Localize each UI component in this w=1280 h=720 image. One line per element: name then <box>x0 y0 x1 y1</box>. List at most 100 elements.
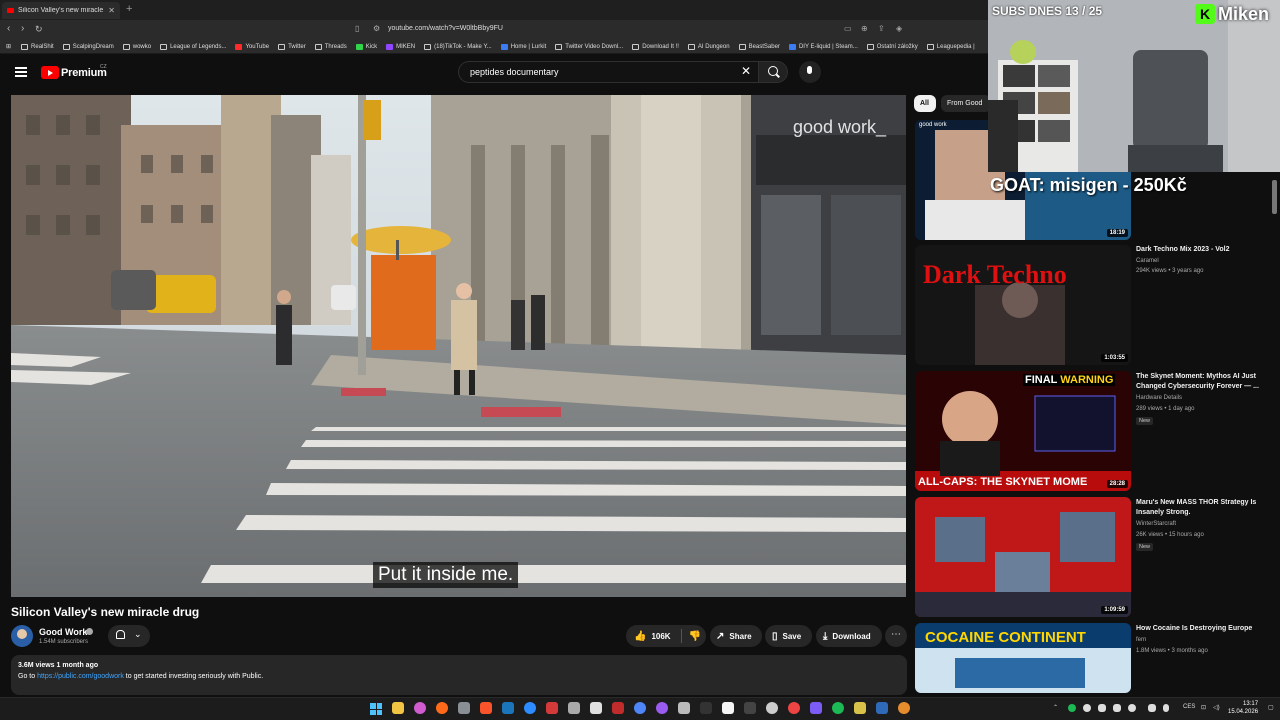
close-tab-icon[interactable]: ✕ <box>108 6 115 15</box>
app-dark-red-icon[interactable] <box>612 702 624 714</box>
bookmark-item[interactable]: Twitter <box>278 43 306 50</box>
tray-mic-icon[interactable] <box>1163 704 1169 712</box>
more-actions-button[interactable]: ⋯ <box>885 625 907 647</box>
youtube-logo-icon[interactable] <box>41 66 59 79</box>
cast-icon[interactable]: ▭ <box>844 24 852 33</box>
bell-icon[interactable] <box>116 630 125 639</box>
settings-gear-icon[interactable] <box>458 702 470 714</box>
bookmark-item[interactable]: YouTube <box>235 43 269 50</box>
share-page-icon[interactable]: ⇪ <box>878 24 885 33</box>
bookmark-item[interactable]: Twitter Video Downl... <box>555 43 623 50</box>
bookmark-item[interactable]: AI Dungeon <box>687 43 730 50</box>
system-clock[interactable]: 13:17 15.04.2026 <box>1228 700 1258 716</box>
rec-channel[interactable]: fern <box>1136 637 1146 643</box>
app-round-icon[interactable] <box>766 702 778 714</box>
microphone-icon[interactable] <box>807 66 812 74</box>
tray-app-3-icon[interactable] <box>1148 704 1156 712</box>
bookmark-item[interactable]: Home | Lurkit <box>500 43 546 50</box>
rec-title[interactable]: Dark Techno Mix 2023 - Vol2 <box>1136 245 1266 255</box>
app-orange-icon[interactable] <box>898 702 910 714</box>
app-yellow-icon[interactable] <box>854 702 866 714</box>
bookmark-item[interactable]: Threads <box>314 43 347 50</box>
rec-title[interactable]: The Skynet Moment: Mythos AI Just Change… <box>1136 372 1266 392</box>
subscribed-notifications-button[interactable] <box>108 625 150 647</box>
reload-icon[interactable]: ↻ <box>35 24 43 35</box>
app-blue-icon[interactable] <box>524 702 536 714</box>
firefox-icon[interactable] <box>436 702 448 714</box>
shield-icon[interactable]: ◈ <box>896 24 902 33</box>
app-red-shield-icon[interactable] <box>546 702 558 714</box>
video-player[interactable]: good work_ Put it inside me. <box>11 95 906 597</box>
like-count[interactable]: 106K <box>651 632 670 641</box>
bookmark-item[interactable]: MIKEN <box>386 43 415 50</box>
tray-app-2-icon[interactable] <box>1128 704 1136 712</box>
bookmark-item[interactable]: Kick <box>355 43 377 50</box>
chip-all[interactable]: All <box>914 95 936 112</box>
rec-title[interactable]: How Cocaine Is Destroying Europe <box>1136 624 1266 634</box>
bookmark-item[interactable]: RealShit <box>21 43 54 50</box>
thumbs-down-icon[interactable]: 👎 <box>689 631 701 642</box>
bookmark-item[interactable]: ScalpingDream <box>62 43 114 50</box>
address-bar[interactable]: youtube.com/watch?v=W0ltbBby9FU <box>388 25 503 32</box>
bookmark-icon[interactable]: ▯ <box>355 24 359 33</box>
app-c-icon[interactable] <box>634 702 646 714</box>
tray-spotify-icon[interactable] <box>1068 704 1076 712</box>
page-scrollbar[interactable] <box>1271 172 1278 692</box>
volume-icon[interactable]: ◁) <box>1213 704 1220 711</box>
thumbs-up-icon[interactable]: 👍 <box>634 631 646 642</box>
bookmark-item[interactable]: League of Legends... <box>160 43 226 50</box>
windows-start-icon[interactable] <box>370 703 382 715</box>
spotify-icon[interactable] <box>832 702 844 714</box>
rec-thumbnail-2[interactable]: Dark Techno 1:03:55 <box>915 245 1131 365</box>
menu-icon[interactable] <box>15 67 27 77</box>
description-link[interactable]: https://public.com/goodwork <box>37 673 124 680</box>
bookmark-item[interactable]: Ostatní záložky <box>866 43 918 50</box>
bookmark-item[interactable]: wowko <box>122 43 151 50</box>
rec-thumbnail-5[interactable]: COCAINE CONTINENT <box>915 623 1131 693</box>
download-button[interactable]: ⤓ Download <box>816 625 882 647</box>
rec-title[interactable]: Maru's New MASS THOR Strategy Is Insanel… <box>1136 498 1266 518</box>
search-query[interactable]: peptides documentary <box>470 67 559 77</box>
rec-channel[interactable]: Caramel <box>1136 258 1159 264</box>
site-info-icon[interactable]: ⚙ <box>373 24 380 33</box>
bookmark-item[interactable]: BeastSaber <box>738 43 780 50</box>
save-button[interactable]: ▯ Save <box>765 625 812 647</box>
apps-grid-icon[interactable]: ⊞ <box>6 43 11 50</box>
chevron-down-icon[interactable]: ⌄ <box>134 629 142 640</box>
tray-discord-icon[interactable] <box>1083 704 1091 712</box>
rec-thumbnail-4[interactable]: 1:09:59 <box>915 497 1131 617</box>
network-icon[interactable]: ⊡ <box>1201 704 1206 711</box>
app-grey-icon[interactable] <box>568 702 580 714</box>
new-tab-button[interactable]: + <box>126 3 132 15</box>
channel-name[interactable]: Good Work <box>39 627 87 637</box>
file-explorer-icon[interactable] <box>392 702 404 714</box>
app-navy-icon[interactable] <box>876 702 888 714</box>
keyboard-language[interactable]: CES <box>1183 704 1195 710</box>
app-light-icon[interactable] <box>678 702 690 714</box>
app-black-icon[interactable] <box>700 702 712 714</box>
back-icon[interactable]: ‹ <box>7 23 10 34</box>
channel-avatar[interactable] <box>11 625 33 647</box>
scrollbar-thumb[interactable] <box>1272 180 1277 214</box>
browser-tab[interactable]: Silicon Valley's new miracle drug ✕ <box>2 2 120 19</box>
app-dark-icon[interactable] <box>744 702 756 714</box>
bookmark-item[interactable]: Download It !! <box>632 43 679 50</box>
tray-steam-icon[interactable] <box>1098 704 1106 712</box>
steam-icon[interactable] <box>502 702 514 714</box>
app-red-round-icon[interactable] <box>788 702 800 714</box>
app-white-icon[interactable] <box>590 702 602 714</box>
tray-app-icon[interactable] <box>1113 704 1121 712</box>
bookmark-item[interactable]: (18)TikTok - Make Y... <box>424 43 492 50</box>
rec-channel[interactable]: WinterStarcraft <box>1136 521 1176 527</box>
brave-icon[interactable] <box>480 702 492 714</box>
tray-overflow-icon[interactable]: ⌃ <box>1053 704 1058 711</box>
bookmark-item[interactable]: DIY E-liquid | Steam... <box>788 43 858 50</box>
rec-thumbnail-3[interactable]: FINAL WARNING ALL-CAPS: THE SKYNET MOME … <box>915 371 1131 491</box>
notifications-icon[interactable]: ▢ <box>1268 704 1274 711</box>
zoom-icon[interactable]: ⊕ <box>861 24 868 33</box>
share-button[interactable]: ↗ Share <box>710 625 762 647</box>
chip-from-good-work[interactable]: From Good <box>941 95 991 112</box>
twitch-icon[interactable] <box>810 702 822 714</box>
search-icon[interactable] <box>768 66 778 76</box>
app-pink-icon[interactable] <box>414 702 426 714</box>
